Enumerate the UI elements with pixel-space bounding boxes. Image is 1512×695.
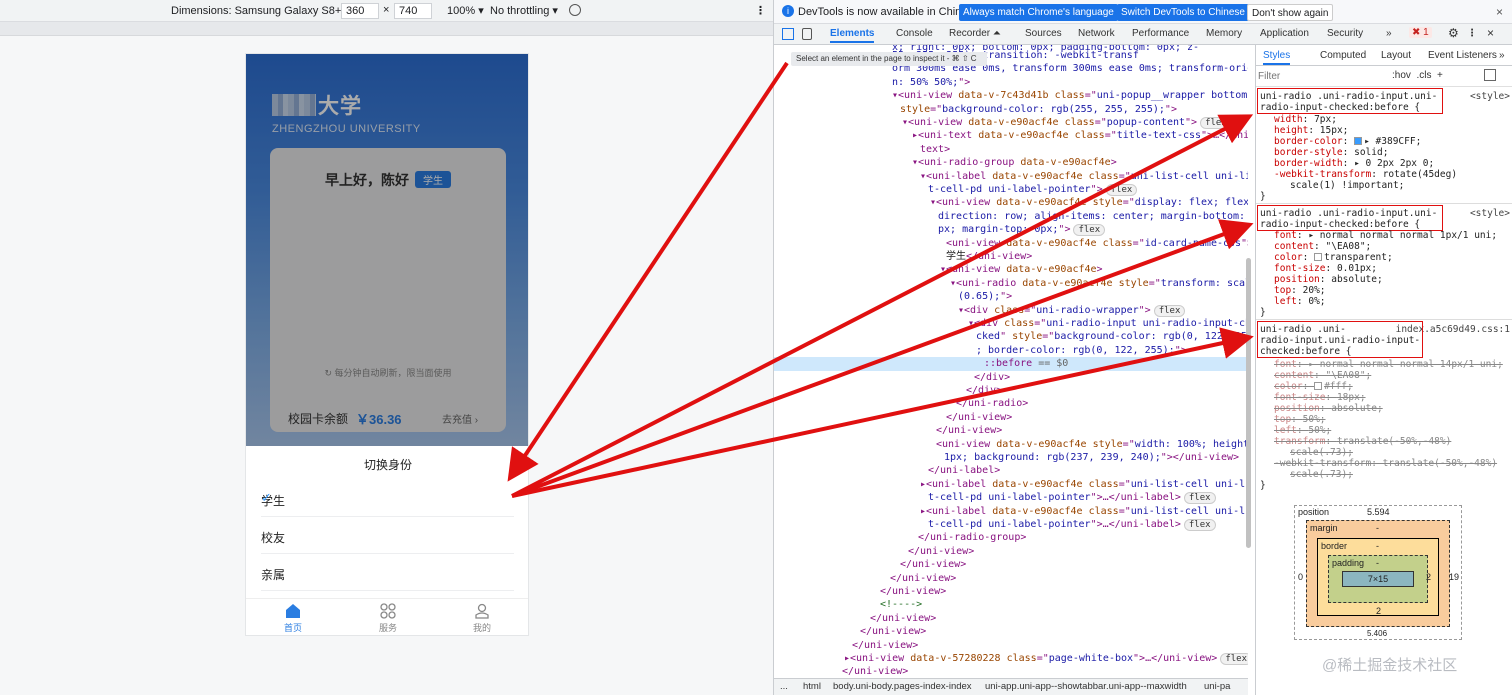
annotation-arrows xyxy=(507,61,1254,498)
screenshot-root: Dimensions: Samsung Galaxy S8+ ▾ × 100% … xyxy=(0,0,1512,695)
watermark: @稀土掘金技术社区 xyxy=(1322,657,1458,674)
arrow-to-checkmark xyxy=(507,61,789,482)
